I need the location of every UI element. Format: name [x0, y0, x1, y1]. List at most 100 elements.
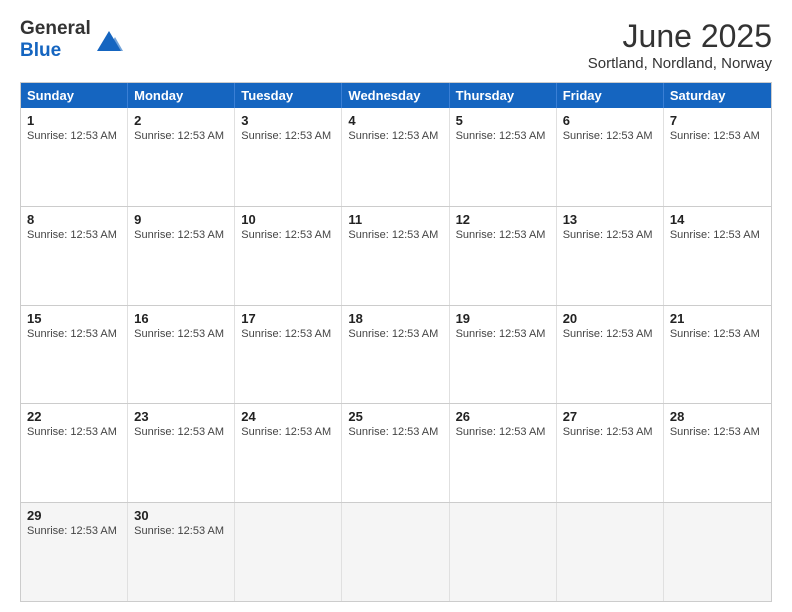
sunrise-time: Sunrise: 12:53 AM — [563, 229, 653, 241]
header-tuesday: Tuesday — [235, 83, 342, 108]
day-number: 8 — [27, 212, 121, 227]
sunrise-time: Sunrise: 12:53 AM — [563, 426, 653, 438]
header-wednesday: Wednesday — [342, 83, 449, 108]
cal-cell-4-4 — [450, 503, 557, 601]
sunrise-time: Sunrise: 12:53 AM — [456, 130, 546, 142]
logo: General Blue — [20, 18, 123, 62]
day-number: 24 — [241, 409, 335, 424]
cal-cell-0-5: 6Sunrise: 12:53 AM — [557, 108, 664, 206]
week-row-5: 29 Sunrise: 12:53 AM 30 Sunrise: 12:53 AM — [21, 502, 771, 601]
day-number: 4 — [348, 113, 442, 128]
cal-cell-1-2: 10 Sunrise: 12:53 AM — [235, 207, 342, 305]
logo-general-text: General — [20, 18, 91, 40]
header-monday: Monday — [128, 83, 235, 108]
location: Sortland, Nordland, Norway — [588, 55, 772, 72]
day-number: 1 — [27, 113, 121, 128]
sunrise-time: Sunrise: 12:53 AM — [27, 328, 117, 340]
sunrise-time: Sunrise: 12:53 AM — [27, 426, 117, 438]
cal-cell-3-5: 27 Sunrise: 12:53 AM — [557, 404, 664, 502]
cal-cell-3-2: 24Sunrise: 12:53 AM — [235, 404, 342, 502]
sunrise-time: Sunrise: 12:53 AM — [456, 229, 546, 241]
cal-cell-0-6: 7 Sunrise: 12:53 AM — [664, 108, 771, 206]
cal-cell-3-1: 23 Sunrise: 12:53 AM — [128, 404, 235, 502]
week-row-2: 8Sunrise: 12:53 AM9Sunrise: 12:53 AM10Su… — [21, 206, 771, 305]
sunrise-time: Sunrise: 12:53 AM — [134, 130, 224, 142]
cal-cell-4-1: 30 Sunrise: 12:53 AM — [128, 503, 235, 601]
title-block: June 2025 Sortland, Nordland, Norway — [588, 18, 772, 72]
sunrise-time: Sunrise: 12:53 AM — [348, 130, 438, 142]
sunrise-time: Sunrise: 12:53 AM — [27, 229, 117, 241]
day-number: 5 — [456, 113, 550, 128]
cal-cell-4-0: 29 Sunrise: 12:53 AM — [21, 503, 128, 601]
week-row-3: 15Sunrise: 12:53 AM16Sunrise: 12:53 AM17… — [21, 305, 771, 404]
header: General Blue June 2025 Sortland, Nordlan… — [20, 18, 772, 72]
logo-icon — [93, 25, 123, 55]
week-row-1: 1 Sunrise: 12:53 AM 2 Sunrise: 12:53 AM 3Sun… — [21, 108, 771, 206]
sunrise-time: Sunrise: 12:53 AM — [27, 130, 117, 142]
day-number: 15 — [27, 311, 121, 326]
sunrise-time: Sunrise: 12:53 AM — [348, 328, 438, 340]
day-number: 9 — [134, 212, 228, 227]
sunrise-time: Sunrise: 12:53 AM — [670, 426, 760, 438]
sunrise-time: Sunrise: 12:53 AM — [670, 229, 760, 241]
day-number: 30 — [134, 508, 228, 523]
sunrise-time: Sunrise: 12:53 AM — [563, 328, 653, 340]
cal-cell-4-3 — [342, 503, 449, 601]
cal-cell-2-3: 18Sunrise: 12:53 AM — [342, 306, 449, 404]
cal-cell-2-0: 15 Sunrise: 12:53 AM — [21, 306, 128, 404]
sunrise-time: Sunrise: 12:53 AM — [134, 525, 224, 537]
day-number: 6 — [563, 113, 657, 128]
day-number: 19 — [456, 311, 550, 326]
sunrise-time: Sunrise: 12:53 AM — [134, 328, 224, 340]
sunrise-time: Sunrise: 12:53 AM — [456, 426, 546, 438]
day-number: 11 — [348, 212, 442, 227]
month-year: June 2025 — [588, 18, 772, 55]
day-number: 20 — [563, 311, 657, 326]
sunrise-time: Sunrise: 12:53 AM — [134, 426, 224, 438]
sunrise-time: Sunrise: 12:53 AM — [241, 328, 331, 340]
day-number: 16 — [134, 311, 228, 326]
sunrise-time: Sunrise: 12:53 AM — [670, 130, 760, 142]
calendar-body: 1 Sunrise: 12:53 AM 2 Sunrise: 12:53 AM 3Sun… — [21, 108, 771, 601]
logo-blue-text: Blue — [20, 40, 91, 62]
cal-cell-0-4: 5 Sunrise: 12:53 AM — [450, 108, 557, 206]
cal-cell-1-1: 9Sunrise: 12:53 AM — [128, 207, 235, 305]
cal-cell-0-1: 2 Sunrise: 12:53 AM — [128, 108, 235, 206]
cal-cell-1-3: 11 Sunrise: 12:53 AM — [342, 207, 449, 305]
sunrise-time: Sunrise: 12:53 AM — [348, 229, 438, 241]
day-number: 22 — [27, 409, 121, 424]
header-sunday: Sunday — [21, 83, 128, 108]
day-number: 7 — [670, 113, 765, 128]
week-row-4: 22 Sunrise: 12:53 AM 23 Sunrise: 12:53 AM 24… — [21, 403, 771, 502]
day-number: 29 — [27, 508, 121, 523]
page: General Blue June 2025 Sortland, Nordlan… — [0, 0, 792, 612]
calendar: Sunday Monday Tuesday Wednesday Thursday… — [20, 82, 772, 602]
header-thursday: Thursday — [450, 83, 557, 108]
day-number: 2 — [134, 113, 228, 128]
day-number: 27 — [563, 409, 657, 424]
cal-cell-2-5: 20 Sunrise: 12:53 AM — [557, 306, 664, 404]
cal-cell-0-2: 3Sunrise: 12:53 AM — [235, 108, 342, 206]
sunrise-time: Sunrise: 12:53 AM — [241, 229, 331, 241]
cal-cell-3-3: 25Sunrise: 12:53 AM — [342, 404, 449, 502]
day-number: 10 — [241, 212, 335, 227]
cal-cell-0-0: 1 Sunrise: 12:53 AM — [21, 108, 128, 206]
cal-cell-4-6 — [664, 503, 771, 601]
cal-cell-2-2: 17Sunrise: 12:53 AM — [235, 306, 342, 404]
cal-cell-3-4: 26Sunrise: 12:53 AM — [450, 404, 557, 502]
day-number: 23 — [134, 409, 228, 424]
cal-cell-1-0: 8 Sunrise: 12:53 AM — [21, 207, 128, 305]
sunrise-time: Sunrise: 12:53 AM — [670, 328, 760, 340]
cal-cell-4-2 — [235, 503, 342, 601]
cal-cell-3-6: 28 Sunrise: 12:53 AM — [664, 404, 771, 502]
header-friday: Friday — [557, 83, 664, 108]
cal-cell-1-4: 12 Sunrise: 12:53 AM — [450, 207, 557, 305]
calendar-header: Sunday Monday Tuesday Wednesday Thursday… — [21, 83, 771, 108]
sunrise-time: Sunrise: 12:53 AM — [456, 328, 546, 340]
day-number: 12 — [456, 212, 550, 227]
cal-cell-2-6: 21Sunrise: 12:53 AM — [664, 306, 771, 404]
cal-cell-2-1: 16 Sunrise: 12:53 AM — [128, 306, 235, 404]
sunrise-time: Sunrise: 12:53 AM — [27, 525, 117, 537]
day-number: 28 — [670, 409, 765, 424]
day-number: 14 — [670, 212, 765, 227]
